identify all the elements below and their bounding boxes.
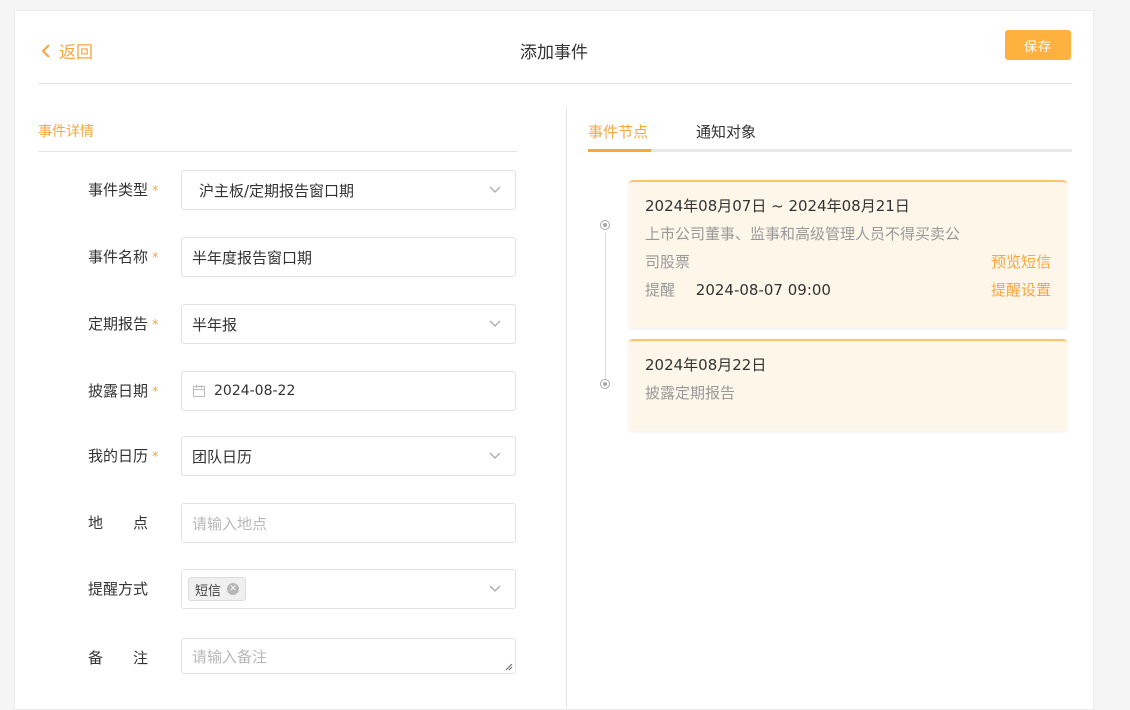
chevron-down-icon	[489, 320, 501, 327]
reminder-label: 提醒	[645, 281, 676, 299]
reminder-settings-link[interactable]: 提醒设置	[991, 276, 1051, 304]
event-type-value: 沪主板/定期报告窗口期	[199, 181, 355, 200]
tag-label: 短信	[195, 583, 222, 599]
event-name-value: 半年度报告窗口期	[192, 248, 313, 267]
card-date: 2024年08月22日	[645, 356, 767, 374]
my-calendar-value: 团队日历	[192, 447, 253, 466]
timeline-line	[605, 233, 606, 385]
chevron-down-icon	[489, 186, 501, 193]
save-button[interactable]: 保存	[1005, 30, 1071, 60]
section-divider	[38, 151, 517, 152]
tabs-bar: 事件节点 通知对象	[588, 108, 1072, 152]
disclosure-date-value: 2024-08-22	[214, 383, 296, 399]
timeline-dot	[600, 379, 610, 389]
my-calendar-label: 我的日历 *	[88, 447, 159, 465]
calendar-icon	[192, 384, 206, 398]
required-mark: *	[152, 318, 159, 333]
card-desc: 上市公司董事、监事和高级管理人员不得买卖公	[645, 225, 961, 243]
timeline-card-window: 2024年08月07日 ~ 2024年08月21日 上市公司董事、监事和高级管理…	[629, 180, 1067, 328]
form-row-my-calendar: 我的日历 * 团队日历	[15, 436, 525, 476]
remarks-placeholder: 请输入备注	[192, 647, 268, 666]
required-mark: *	[152, 184, 159, 199]
disclosure-date-label: 披露日期 *	[88, 382, 159, 400]
remarks-label: 备 注	[88, 649, 149, 667]
section-title-details: 事件详情	[38, 124, 94, 140]
location-placeholder: 请输入地点	[192, 514, 268, 533]
periodic-report-label: 定期报告 *	[88, 315, 159, 333]
column-divider	[566, 108, 567, 708]
tab-event-nodes[interactable]: 事件节点	[588, 121, 648, 142]
reminder-method-label: 提醒方式	[88, 580, 149, 598]
resize-handle-icon[interactable]	[505, 663, 513, 671]
chevron-down-icon	[489, 452, 501, 459]
location-label: 地 点	[88, 514, 149, 532]
required-mark: *	[152, 385, 159, 400]
tab-active-indicator	[588, 149, 651, 152]
disclosure-date-picker[interactable]: 2024-08-22	[181, 371, 516, 411]
my-calendar-select[interactable]: 团队日历	[181, 436, 516, 476]
reminder-time: 2024-08-07 09:00	[695, 281, 831, 299]
timeline-dot	[600, 220, 610, 230]
event-type-select[interactable]: 沪主板/定期报告窗口期	[181, 170, 516, 210]
reminder-tag-sms: 短信 ✕	[188, 577, 247, 601]
periodic-report-value: 半年报	[192, 315, 238, 334]
event-name-input[interactable]: 半年度报告窗口期	[181, 237, 516, 277]
page-title: 添加事件	[520, 43, 588, 63]
timeline-card-disclosure: 2024年08月22日 披露定期报告	[629, 339, 1067, 431]
card-desc: 司股票	[645, 253, 691, 271]
card-desc: 披露定期报告	[645, 384, 736, 402]
periodic-report-select[interactable]: 半年报	[181, 304, 516, 344]
header-divider	[38, 83, 1072, 84]
event-form-panel: 返回 添加事件 保存 事件详情 事件类型 * 沪主板/定期报告窗口期 事件名称 * …	[14, 10, 1094, 710]
tab-baseline	[588, 149, 1072, 152]
required-mark: *	[152, 450, 159, 465]
chevron-down-icon	[489, 585, 501, 592]
form-row-remarks: 备 注 请输入备注	[15, 638, 525, 678]
reminder-method-select[interactable]: 短信 ✕	[181, 569, 516, 609]
tab-notify-targets[interactable]: 通知对象	[696, 121, 756, 142]
form-row-periodic-report: 定期报告 * 半年报	[15, 304, 525, 344]
form-row-disclosure-date: 披露日期 * 2024-08-22	[15, 371, 525, 411]
card-row: 司股票 预览短信	[645, 248, 1051, 276]
preview-sms-link[interactable]: 预览短信	[991, 248, 1051, 276]
location-input[interactable]: 请输入地点	[181, 503, 516, 543]
required-mark: *	[152, 251, 159, 266]
event-name-label: 事件名称 *	[88, 248, 159, 266]
event-type-label: 事件类型 *	[88, 181, 159, 199]
form-row-event-type: 事件类型 * 沪主板/定期报告窗口期	[15, 170, 525, 210]
form-row-reminder-method: 提醒方式 短信 ✕	[15, 569, 525, 609]
form-row-event-name: 事件名称 * 半年度报告窗口期	[15, 237, 525, 277]
card-reminder-row: 提醒 2024-08-07 09:00 提醒设置	[645, 276, 1051, 304]
card-date: 2024年08月07日 ~ 2024年08月21日	[645, 197, 910, 215]
close-icon[interactable]: ✕	[227, 583, 240, 595]
reminder-info: 提醒 2024-08-07 09:00	[645, 276, 831, 304]
remarks-textarea[interactable]: 请输入备注	[181, 638, 516, 674]
form-row-location: 地 点 请输入地点	[15, 503, 525, 543]
